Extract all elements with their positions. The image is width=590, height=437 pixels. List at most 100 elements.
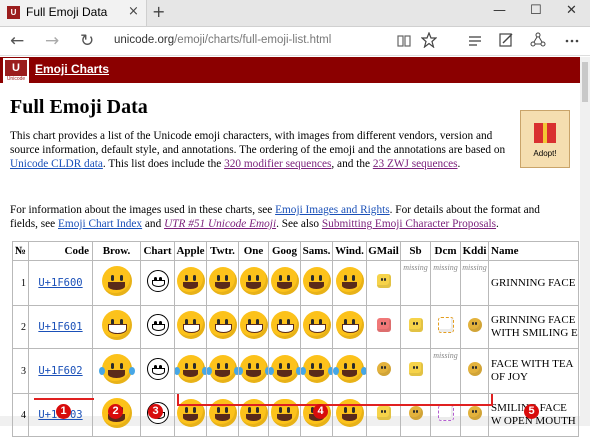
grinning-face-icon <box>270 266 299 295</box>
grinning-face-outline-icon <box>146 269 169 292</box>
grinning-smiling-eyes-icon <box>101 309 132 340</box>
smiling-face-open-mouth-icon <box>176 398 205 427</box>
col-header-chart[interactable]: Chart <box>140 241 175 261</box>
tab-full-emoji-data[interactable]: U Full Emoji Data × <box>0 0 147 26</box>
col-header-code[interactable]: Code <box>28 241 93 261</box>
annotation-badge-3: 3 <box>148 404 163 419</box>
more-icon[interactable] <box>564 33 580 49</box>
col-header-kddi[interactable]: Kddi <box>460 241 489 261</box>
code-point-link[interactable]: U+1F601 <box>38 321 82 333</box>
face-with-tears-of-joy-small-icon <box>376 361 391 376</box>
col-header-apple[interactable]: Apple <box>174 241 207 261</box>
intro-text-1: This chart provides a list of the Unicod… <box>10 130 506 156</box>
tab-close-icon[interactable]: × <box>128 4 139 19</box>
samsung-emoji-cell <box>300 260 333 306</box>
info-text-5: . <box>496 218 499 230</box>
url-field[interactable]: unicode.org/emoji/charts/full-emoji-list… <box>114 34 331 46</box>
tab-title: Full Emoji Data <box>26 5 108 19</box>
smiling-face-open-mouth-icon <box>239 398 268 427</box>
face-with-tears-of-joy-icon <box>239 354 268 383</box>
table-row: 3 U+1F602 missing FACE WITH TEA OF JOY <box>12 348 579 394</box>
refresh-icon[interactable]: ↻ <box>80 31 94 51</box>
col-header-softbank[interactable]: Sb <box>400 241 431 261</box>
share-icon[interactable] <box>530 32 546 48</box>
grinning-smiling-eyes-icon <box>335 310 364 339</box>
twitter-emoji-cell <box>206 260 239 306</box>
samsung-emoji-cell <box>300 348 333 394</box>
face-with-tears-of-joy-icon <box>333 354 366 383</box>
new-tab-button[interactable]: + <box>152 2 165 21</box>
code-point-link[interactable]: U+1F602 <box>38 365 82 377</box>
grinning-smiling-eyes-icon <box>302 310 331 339</box>
web-note-icon[interactable] <box>498 32 514 48</box>
utr51-link[interactable]: UTR #51 Unicode Emoji <box>164 218 276 230</box>
chart-emoji-cell <box>140 348 175 394</box>
vertical-scroll-thumb[interactable] <box>582 62 588 102</box>
chart-emoji-cell <box>140 305 175 349</box>
zwj-sequences-link[interactable]: 23 ZWJ sequences <box>373 158 458 170</box>
hub-icon[interactable] <box>467 33 483 49</box>
emoji-table: № Code Brow. Chart Apple Twtr. One Goog … <box>12 241 579 437</box>
adopt-emoji-badge[interactable]: Adopt! <box>520 110 570 168</box>
annotation-badge-4: 4 <box>313 404 328 419</box>
kddi-emoji-cell <box>460 393 489 437</box>
url-host: unicode.org <box>114 34 175 46</box>
col-header-windows[interactable]: Wind. <box>332 241 367 261</box>
cldr-data-link[interactable]: Unicode CLDR data <box>10 158 103 170</box>
intro-text-2: . This list does include the <box>102 158 225 170</box>
twitter-emoji-cell <box>206 348 239 394</box>
softbank-emoji-cell <box>400 305 431 349</box>
minimize-button[interactable]: — <box>493 3 506 18</box>
col-header-google[interactable]: Goog <box>268 241 301 261</box>
forward-icon[interactable]: → <box>45 31 59 51</box>
vertical-scrollbar[interactable] <box>580 57 590 426</box>
info-text-3: and <box>142 218 165 230</box>
emoji-name: GRINNING FACE WITH SMILING E <box>488 305 579 349</box>
col-header-gmail[interactable]: GMail <box>366 241 401 261</box>
annotation-badge-2: 2 <box>108 404 123 419</box>
back-icon[interactable]: ← <box>10 31 24 51</box>
col-header-samsung[interactable]: Sams. <box>300 241 333 261</box>
smiling-face-open-mouth-icon <box>208 398 237 427</box>
browser-emoji-cell <box>92 348 141 394</box>
softbank-emoji-cell <box>400 393 431 437</box>
google-emoji-cell <box>268 348 301 394</box>
table-header-row: № Code Brow. Chart Apple Twtr. One Goog … <box>12 241 579 261</box>
col-header-one[interactable]: One <box>238 241 269 261</box>
apple-emoji-cell <box>174 260 207 306</box>
table-row: 1 U+1F600 missing missing missing GRINNI… <box>12 260 579 306</box>
emoji-images-rights-link[interactable]: Emoji Images and Rights <box>275 204 390 216</box>
col-header-number[interactable]: № <box>12 241 29 261</box>
grinning-smiling-eyes-icon <box>270 310 299 339</box>
intro-text-4: . <box>457 158 461 170</box>
info-paragraph: For information about the images used in… <box>10 203 566 231</box>
docomo-emoji-cell <box>430 393 461 437</box>
face-with-tears-of-joy-outline-icon <box>146 357 169 380</box>
emoji-chart-index-link[interactable]: Emoji Chart Index <box>58 218 142 230</box>
reading-view-icon[interactable] <box>396 33 412 49</box>
face-with-tears-of-joy-small-icon <box>408 361 423 376</box>
close-window-button[interactable]: ✕ <box>566 3 577 18</box>
grinning-smiling-eyes-icon <box>208 310 237 339</box>
unicode-logo[interactable]: U Unicode <box>3 58 29 84</box>
maximize-button[interactable]: ☐ <box>530 3 542 18</box>
code-point-link[interactable]: U+1F600 <box>38 277 82 289</box>
softbank-emoji-cell <box>400 348 431 394</box>
favorite-star-icon[interactable] <box>421 32 437 48</box>
page-title: Full Emoji Data <box>10 96 148 118</box>
grinning-face-icon <box>335 266 364 295</box>
annotation-bracket-right <box>491 394 493 405</box>
smiling-face-open-mouth-icon <box>335 398 364 427</box>
emoji-charts-link[interactable]: Emoji Charts <box>35 62 109 76</box>
col-header-browser[interactable]: Brow. <box>92 241 141 261</box>
grinning-face-icon <box>302 266 331 295</box>
col-header-docomo[interactable]: Dcm <box>430 241 461 261</box>
unicode-favicon-icon: U <box>7 6 20 19</box>
col-header-name[interactable]: Name <box>488 241 579 261</box>
submitting-proposals-link[interactable]: Submitting Emoji Character Proposals <box>322 218 496 230</box>
gmail-emoji-cell <box>366 305 401 349</box>
modifier-sequences-link[interactable]: 320 modifier sequences <box>224 158 331 170</box>
apple-emoji-cell <box>174 393 207 437</box>
smiling-face-open-mouth-small-icon <box>408 405 423 420</box>
col-header-twitter[interactable]: Twtr. <box>206 241 239 261</box>
